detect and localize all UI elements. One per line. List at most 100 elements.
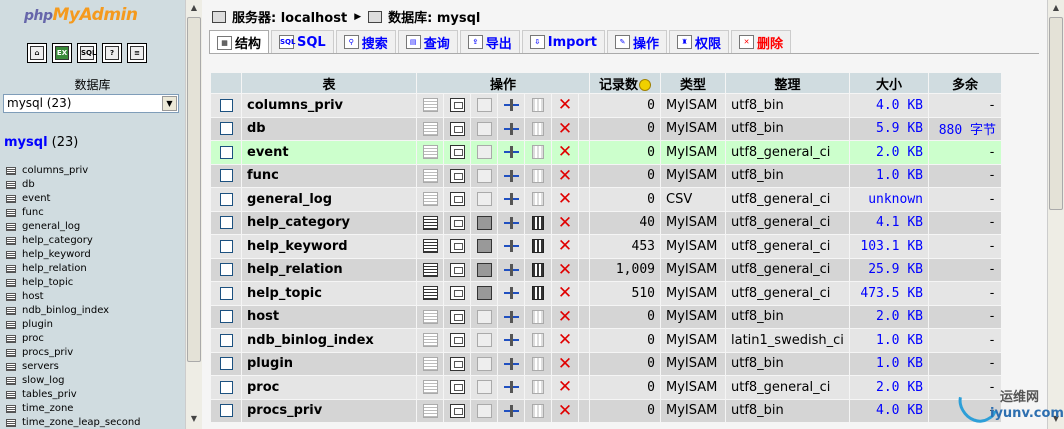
empty-action[interactable] bbox=[525, 211, 551, 234]
table-size[interactable]: 4.1 KB bbox=[850, 211, 928, 234]
docs-icon[interactable]: ≡ bbox=[127, 43, 147, 63]
search-icon[interactable] bbox=[476, 98, 492, 113]
row-checkbox[interactable] bbox=[219, 263, 233, 277]
structure-action[interactable] bbox=[444, 211, 470, 234]
empty-icon[interactable] bbox=[532, 309, 544, 324]
drop-icon[interactable]: ✕ bbox=[558, 238, 573, 255]
help-icon[interactable]: ? bbox=[102, 43, 122, 63]
browse-action[interactable] bbox=[417, 352, 443, 375]
search-action[interactable] bbox=[471, 188, 497, 211]
tab-export[interactable]: ⇪ 导出 bbox=[459, 30, 520, 53]
home-icon[interactable]: ⌂ bbox=[27, 43, 47, 63]
empty-action[interactable] bbox=[525, 352, 551, 375]
insert-icon[interactable] bbox=[503, 286, 519, 300]
table-icon[interactable] bbox=[6, 391, 16, 399]
empty-action[interactable] bbox=[525, 305, 551, 328]
table-icon[interactable] bbox=[6, 293, 16, 301]
right-scrollbar-thumb[interactable] bbox=[1049, 17, 1063, 210]
table-size[interactable]: unknown bbox=[850, 188, 928, 211]
phpmyadmin-logo[interactable]: phpMyAdmin bbox=[24, 5, 138, 25]
drop-icon[interactable]: ✕ bbox=[558, 214, 573, 231]
structure-action[interactable] bbox=[444, 376, 470, 399]
browse-action[interactable] bbox=[417, 282, 443, 305]
row-checkbox[interactable] bbox=[219, 404, 233, 418]
browse-action[interactable] bbox=[417, 258, 443, 281]
browse-action[interactable] bbox=[417, 376, 443, 399]
insert-icon[interactable] bbox=[503, 145, 519, 159]
insert-icon[interactable] bbox=[503, 404, 519, 418]
table-icon[interactable] bbox=[6, 349, 16, 357]
structure-action[interactable] bbox=[444, 117, 470, 140]
sidebar-table-item[interactable]: help_category bbox=[6, 234, 141, 248]
row-checkbox[interactable] bbox=[219, 286, 233, 300]
insert-icon[interactable] bbox=[503, 310, 519, 324]
sidebar-table-item[interactable]: event bbox=[6, 192, 141, 206]
search-action[interactable] bbox=[471, 164, 497, 187]
insert-icon[interactable] bbox=[503, 357, 519, 371]
table-row[interactable]: help_relation ✕ 1,009 MyISAM utf8_general_ci… bbox=[211, 258, 1001, 281]
table-row[interactable]: host ✕ 0 MyISAM utf8_bin 2.0 KB - bbox=[211, 305, 1001, 328]
insert-icon[interactable] bbox=[503, 98, 519, 112]
table-icon[interactable] bbox=[6, 251, 16, 259]
structure-icon[interactable] bbox=[449, 403, 465, 418]
browse-icon[interactable] bbox=[422, 98, 438, 113]
search-action[interactable] bbox=[471, 399, 497, 422]
browse-icon[interactable] bbox=[422, 168, 438, 183]
sidebar-table-item[interactable]: tables_priv bbox=[6, 388, 141, 402]
exit-icon[interactable]: EX bbox=[52, 43, 72, 63]
table-row[interactable]: plugin ✕ 0 MyISAM utf8_bin 1.0 KB - bbox=[211, 352, 1001, 375]
sidebar-table-item[interactable]: help_topic bbox=[6, 276, 141, 290]
table-name[interactable]: event bbox=[242, 141, 416, 164]
search-icon[interactable] bbox=[476, 309, 492, 324]
empty-icon[interactable] bbox=[532, 403, 544, 418]
structure-action[interactable] bbox=[444, 399, 470, 422]
table-icon[interactable] bbox=[6, 335, 16, 343]
table-row[interactable]: help_topic ✕ 510 MyISAM utf8_general_ci 473.5… bbox=[211, 282, 1001, 305]
table-row[interactable]: general_log ✕ 0 CSV utf8_general_ci unknown - bbox=[211, 188, 1001, 211]
empty-icon[interactable] bbox=[532, 192, 544, 207]
tab-sql[interactable]: SQL SQL bbox=[271, 30, 334, 53]
sidebar-table-item[interactable]: slow_log bbox=[6, 374, 141, 388]
structure-action[interactable] bbox=[444, 235, 470, 258]
tab-import[interactable]: ⇩ Import bbox=[521, 30, 606, 53]
insert-icon[interactable] bbox=[503, 333, 519, 347]
empty-icon[interactable] bbox=[532, 239, 544, 254]
insert-action[interactable] bbox=[498, 376, 524, 399]
tab-query[interactable]: ▤ 查询 bbox=[397, 30, 458, 53]
browse-action[interactable] bbox=[417, 329, 443, 352]
empty-action[interactable] bbox=[525, 329, 551, 352]
database-link[interactable]: mysql bbox=[4, 135, 48, 150]
browse-icon[interactable] bbox=[422, 333, 438, 348]
drop-action[interactable]: ✕ bbox=[552, 94, 578, 117]
browse-action[interactable] bbox=[417, 305, 443, 328]
empty-action[interactable] bbox=[525, 188, 551, 211]
table-icon[interactable] bbox=[6, 321, 16, 329]
table-name[interactable]: ndb_binlog_index bbox=[242, 329, 416, 352]
left-scrollbar[interactable]: ▲ ▼ bbox=[185, 0, 202, 429]
insert-icon[interactable] bbox=[503, 380, 519, 394]
structure-action[interactable] bbox=[444, 94, 470, 117]
empty-action[interactable] bbox=[525, 399, 551, 422]
drop-action[interactable]: ✕ bbox=[552, 352, 578, 375]
structure-icon[interactable] bbox=[449, 145, 465, 160]
browse-icon[interactable] bbox=[422, 403, 438, 418]
empty-action[interactable] bbox=[525, 235, 551, 258]
structure-icon[interactable] bbox=[449, 168, 465, 183]
search-action[interactable] bbox=[471, 94, 497, 117]
tab-drop[interactable]: ✕ 删除 bbox=[731, 30, 792, 53]
browse-action[interactable] bbox=[417, 188, 443, 211]
structure-icon[interactable] bbox=[449, 380, 465, 395]
sidebar-table-item[interactable]: help_relation bbox=[6, 262, 141, 276]
drop-action[interactable]: ✕ bbox=[552, 376, 578, 399]
row-checkbox[interactable] bbox=[219, 145, 233, 159]
table-icon[interactable] bbox=[6, 307, 16, 315]
search-action[interactable] bbox=[471, 329, 497, 352]
browse-icon[interactable] bbox=[422, 356, 438, 371]
tab-search[interactable]: ⚲ 搜索 bbox=[335, 30, 396, 53]
structure-icon[interactable] bbox=[449, 333, 465, 348]
insert-action[interactable] bbox=[498, 164, 524, 187]
browse-action[interactable] bbox=[417, 235, 443, 258]
table-row[interactable]: help_keyword ✕ 453 MyISAM utf8_general_ci 103… bbox=[211, 235, 1001, 258]
row-checkbox[interactable] bbox=[219, 239, 233, 253]
row-checkbox[interactable] bbox=[219, 98, 233, 112]
